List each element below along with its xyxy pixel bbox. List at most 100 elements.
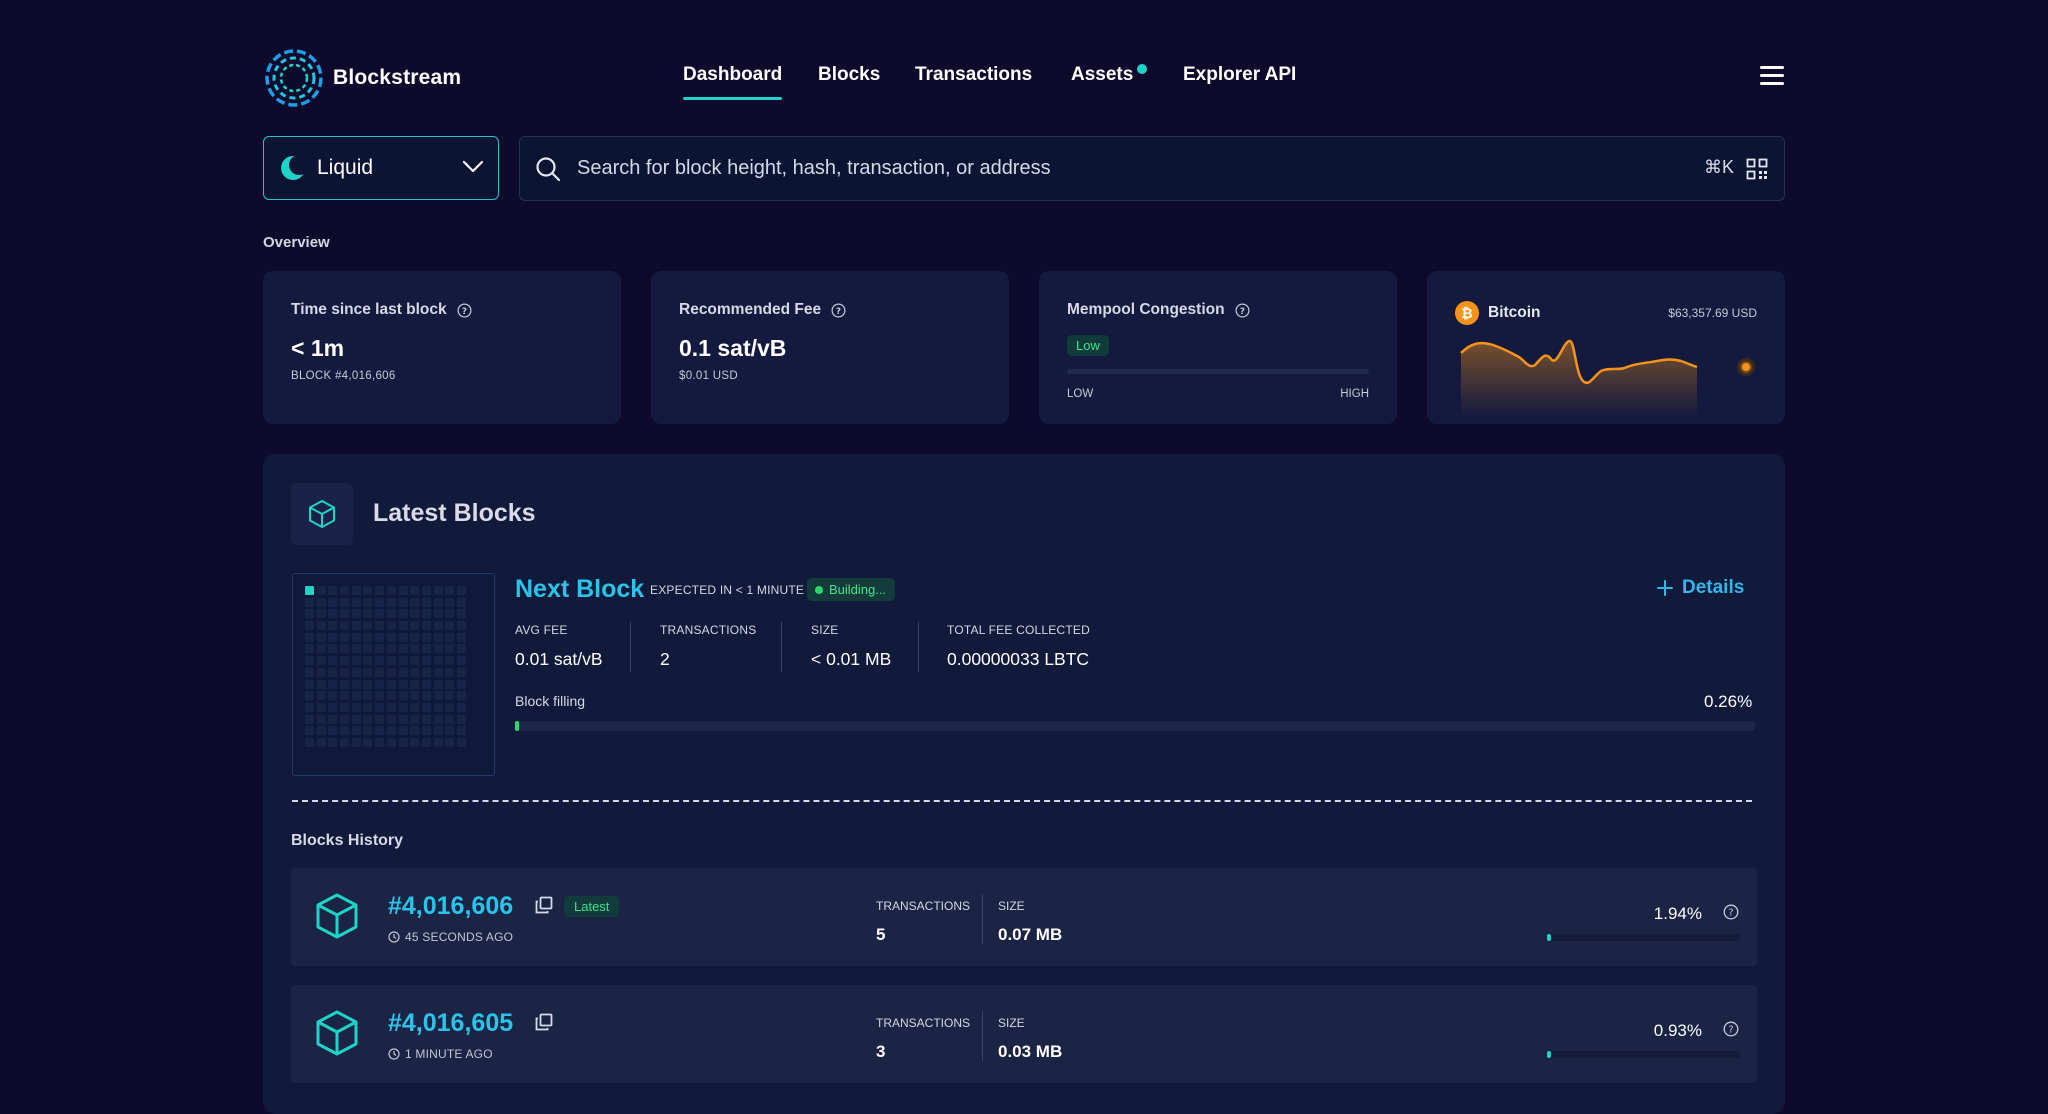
block-cell	[421, 714, 431, 724]
block-cell	[386, 702, 396, 712]
hamburger-menu-icon[interactable]	[1760, 66, 1784, 88]
nav-transactions[interactable]: Transactions	[915, 64, 1032, 86]
block-cell	[410, 644, 420, 654]
block-cell	[456, 597, 466, 607]
block-height-link[interactable]: #4,016,606	[388, 892, 513, 921]
block-cell	[351, 714, 361, 724]
block-cell	[340, 632, 350, 642]
svg-text:?: ?	[1728, 1025, 1733, 1036]
block-cell	[386, 644, 396, 654]
block-cell	[363, 621, 373, 631]
search-icon	[536, 156, 561, 181]
help-icon[interactable]: ?	[1723, 904, 1739, 920]
block-cell	[363, 609, 373, 619]
help-icon[interactable]: ?	[831, 303, 846, 318]
details-button[interactable]: Details	[1656, 577, 1744, 599]
block-cell	[433, 609, 443, 619]
bitcoin-icon: ₿	[1455, 301, 1479, 325]
block-cell	[363, 644, 373, 654]
block-cell	[398, 726, 408, 736]
block-cell	[351, 691, 361, 701]
block-history-row[interactable]: #4,016,605 1 MINUTE AGO TRANSACTIONS 3 S…	[291, 985, 1757, 1083]
block-cell	[386, 586, 396, 595]
block-cell	[433, 597, 443, 607]
nav-dashboard[interactable]: Dashboard	[683, 64, 782, 86]
block-cell	[316, 621, 326, 631]
block-cell	[351, 679, 361, 689]
block-cell	[305, 714, 314, 724]
block-filling-bar	[515, 721, 1756, 731]
stat-size: SIZE < 0.01 MB	[811, 623, 891, 670]
block-cell	[316, 632, 326, 642]
nav-explorer-api[interactable]: Explorer API	[1183, 64, 1296, 86]
help-icon[interactable]: ?	[1723, 1021, 1739, 1037]
block-cell	[363, 656, 373, 666]
qr-code-icon[interactable]	[1746, 158, 1768, 180]
nav-active-underline	[683, 97, 782, 100]
block-cell	[456, 632, 466, 642]
block-cell	[421, 726, 431, 736]
help-icon[interactable]: ?	[457, 303, 472, 318]
nav-assets[interactable]: Assets	[1071, 64, 1133, 86]
clock-icon	[388, 1048, 400, 1060]
next-block-title: Next Block	[515, 575, 645, 603]
block-cell	[410, 737, 420, 747]
block-cell	[386, 691, 396, 701]
card-value: 0.1 sat/vB	[679, 335, 787, 361]
block-cell	[386, 667, 396, 677]
stat-avg-fee: AVG FEE 0.01 sat/vB	[515, 623, 603, 670]
stat-label: TRANSACTIONS	[660, 623, 757, 637]
block-cell	[456, 691, 466, 701]
block-cell	[363, 632, 373, 642]
status-dot	[815, 585, 823, 594]
block-cell	[410, 667, 420, 677]
brand-logo[interactable]: Blockstream	[263, 47, 461, 109]
copy-icon[interactable]	[535, 1013, 553, 1031]
nav-blocks[interactable]: Blocks	[818, 64, 880, 86]
block-history-row[interactable]: #4,016,606 Latest 45 SECONDS AGO TRANSAC…	[291, 868, 1757, 966]
stat-label: TOTAL FEE COLLECTED	[947, 623, 1090, 637]
block-time: 45 SECONDS AGO	[388, 930, 513, 944]
block-cell	[316, 656, 326, 666]
copy-icon[interactable]	[535, 896, 553, 914]
block-height-link[interactable]: #4,016,605	[388, 1009, 513, 1038]
bitcoin-price-card[interactable]: ₿ Bitcoin $63,357.69 USD	[1427, 271, 1785, 424]
help-icon[interactable]: ?	[1235, 303, 1250, 318]
block-cell	[375, 702, 385, 712]
block-cell	[456, 726, 466, 736]
block-cell	[328, 644, 338, 654]
block-cell	[305, 726, 314, 736]
search-input[interactable]	[575, 156, 1579, 181]
network-selector[interactable]: Liquid	[263, 136, 499, 200]
block-cell	[386, 597, 396, 607]
block-cell	[410, 632, 420, 642]
search-bar[interactable]: ⌘K	[519, 136, 1785, 201]
block-cell	[340, 597, 350, 607]
transactions-label: TRANSACTIONS	[876, 1016, 971, 1030]
block-cell	[386, 609, 396, 619]
block-cell	[340, 714, 350, 724]
block-cell	[351, 597, 361, 607]
block-cell	[445, 632, 455, 642]
card-title: Recommended Fee	[679, 301, 822, 318]
block-cell	[316, 737, 326, 747]
block-cell	[445, 691, 455, 701]
svg-text:?: ?	[1728, 908, 1733, 919]
block-cell	[433, 691, 443, 701]
stat-divider	[630, 622, 631, 672]
block-cell	[433, 621, 443, 631]
block-cell	[375, 656, 385, 666]
block-cell	[445, 737, 455, 747]
block-cell	[445, 609, 455, 619]
block-cell	[421, 597, 431, 607]
block-cell	[421, 667, 431, 677]
block-cell	[305, 644, 314, 654]
block-cell	[328, 726, 338, 736]
card-subtext[interactable]: BLOCK #4,016,606	[291, 370, 593, 382]
stat-label: AVG FEE	[515, 623, 568, 637]
block-cell	[433, 632, 443, 642]
block-cell	[340, 656, 350, 666]
card-title: Bitcoin	[1488, 304, 1541, 321]
block-fill-bar-fill	[1547, 1051, 1551, 1058]
block-cell	[421, 691, 431, 701]
